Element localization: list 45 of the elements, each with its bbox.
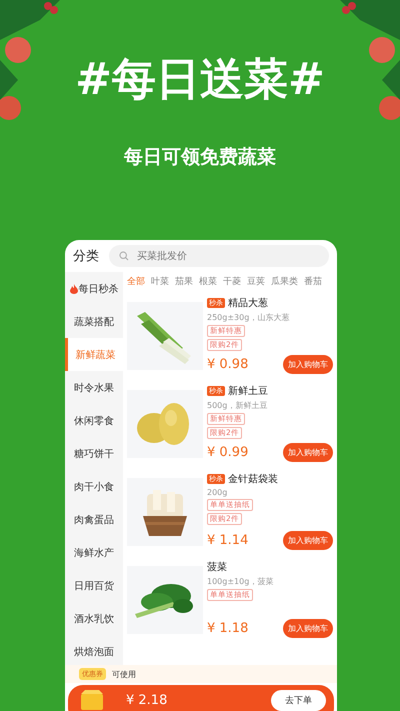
product-price: ¥ 0.99 xyxy=(207,445,248,460)
product-price: ¥ 1.18 xyxy=(207,621,248,636)
product-spec: 200g xyxy=(207,488,228,497)
category-item[interactable]: 肉禽蛋品 xyxy=(65,503,123,536)
filter-tab[interactable]: 瓜果类 xyxy=(271,274,298,288)
cart-total: ¥ 2.18 xyxy=(126,692,168,708)
category-item[interactable]: 糖巧饼干 xyxy=(65,437,123,470)
add-to-cart-button[interactable]: 加入购物车 xyxy=(283,355,333,374)
product-name: 菠菜 xyxy=(207,560,227,574)
box-icon[interactable] xyxy=(80,690,104,710)
product-price: ¥ 0.98 xyxy=(207,357,248,372)
filter-tab[interactable]: 豆荚 xyxy=(247,274,265,288)
product-name: 金针菇袋装 xyxy=(228,472,278,486)
filter-tab[interactable]: 番茄 xyxy=(304,274,322,288)
banner-subtitle: 每日可领免费蔬菜 xyxy=(124,145,276,170)
category-item[interactable]: 休闲零食 xyxy=(65,404,123,437)
product-spec: 500g，新鲜土豆 xyxy=(207,400,268,411)
category-item[interactable]: 日用百货 xyxy=(65,569,123,602)
filter-tab[interactable]: 全部 xyxy=(127,274,145,288)
category-item[interactable]: 新鲜蔬菜 xyxy=(65,338,123,371)
category-item[interactable]: 酒水乳饮 xyxy=(65,602,123,635)
search-field[interactable]: 买菜批发价 xyxy=(109,245,329,267)
checkout-button[interactable]: 去下单 xyxy=(271,690,326,710)
product-price: ¥ 1.14 xyxy=(207,533,248,548)
product-name: 精品大葱 xyxy=(228,296,268,310)
page-title: 分类 xyxy=(73,248,99,265)
coupon-text: 可使用 xyxy=(112,668,136,680)
category-item[interactable]: 肉干小食 xyxy=(65,470,123,503)
product-spec: 100g±10g，菠菜 xyxy=(207,576,274,587)
category-item[interactable]: 时令水果 xyxy=(65,371,123,404)
add-to-cart-button[interactable]: 加入购物车 xyxy=(283,443,333,462)
add-to-cart-button[interactable]: 加入购物车 xyxy=(283,619,333,638)
add-to-cart-button[interactable]: 加入购物车 xyxy=(283,531,333,550)
product-name: 新鲜土豆 xyxy=(228,384,268,398)
filter-tab[interactable]: 茄果 xyxy=(175,274,193,288)
filter-tab[interactable]: 叶菜 xyxy=(151,274,169,288)
banner-title: #每日送菜# xyxy=(75,53,325,107)
filter-tab[interactable]: 干菱 xyxy=(223,274,241,288)
category-item[interactable]: 每日秒杀 xyxy=(65,272,123,305)
search-icon xyxy=(119,251,129,261)
category-item[interactable]: 蔬菜搭配 xyxy=(65,305,123,338)
filter-tab[interactable]: 根菜 xyxy=(199,274,217,288)
category-item[interactable]: 烘焙泡面 xyxy=(65,635,123,668)
category-item[interactable]: 海鲜水产 xyxy=(65,536,123,569)
product-spec: 250g±30g，山东大葱 xyxy=(207,312,290,323)
